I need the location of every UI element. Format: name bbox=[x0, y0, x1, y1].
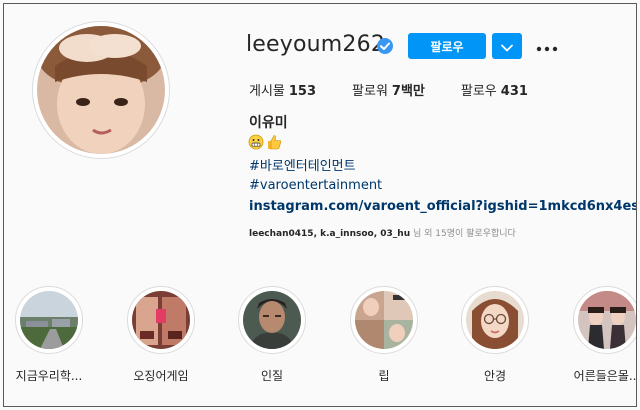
posts-count: 게시물 153 bbox=[249, 80, 316, 99]
highlight-cover-image bbox=[20, 291, 78, 349]
more-options-icon bbox=[536, 37, 558, 56]
grimace-emoji-icon bbox=[248, 134, 264, 154]
posts-label: 게시물 bbox=[249, 84, 285, 99]
followers-count[interactable]: 팔로워 7백만 bbox=[352, 80, 425, 99]
suggested-accounts-button[interactable] bbox=[492, 33, 522, 59]
bio-emojis bbox=[248, 134, 282, 154]
highlight-cover-ring bbox=[15, 286, 83, 354]
highlight-cover-image bbox=[466, 291, 524, 349]
highlight-label: 어른들은몰... bbox=[573, 369, 637, 383]
more-options-button[interactable] bbox=[534, 36, 560, 56]
profile-page: leeyoum262 팔로우 게시물 153 팔로워 7백만 팔로우 431 이… bbox=[3, 3, 637, 407]
bio-external-link[interactable]: instagram.com/varoent_official?igshid=1m… bbox=[249, 199, 636, 214]
followers-label: 팔로워 bbox=[352, 84, 388, 99]
highlight-item[interactable]: 어른들은몰... bbox=[557, 286, 637, 384]
followed-by-suffix: 님 외 15명이 팔로우합니다 bbox=[412, 229, 516, 239]
following-value: 431 bbox=[500, 84, 528, 99]
highlight-label: 립 bbox=[378, 369, 390, 383]
following-label: 팔로우 bbox=[460, 84, 497, 99]
story-highlights: 지금우리학... 오징어게임 인질 립 안경 어른들은몰... bbox=[4, 286, 637, 396]
highlight-label: 인질 bbox=[260, 369, 284, 383]
followers-value: 7백만 bbox=[391, 84, 425, 99]
highlight-cover-image bbox=[132, 291, 190, 349]
highlight-item[interactable]: 오징어게임 bbox=[111, 286, 211, 384]
highlight-item[interactable]: 안경 bbox=[445, 286, 545, 384]
follow-button[interactable]: 팔로우 bbox=[408, 33, 486, 59]
highlight-item[interactable]: 인질 bbox=[222, 286, 322, 384]
highlight-item[interactable]: 지금우리학... bbox=[4, 286, 99, 384]
bio-hashtag-english[interactable]: #varoentertainment bbox=[249, 178, 382, 193]
followed-by-names: leechan0415, k.a_innsoo, 03_hu bbox=[249, 229, 411, 239]
followed-by-text[interactable]: leechan0415, k.a_innsoo, 03_hu 님 외 15명이 … bbox=[249, 226, 516, 239]
highlight-label: 오징어게임 bbox=[133, 369, 189, 383]
profile-photo bbox=[37, 26, 165, 154]
highlight-cover-ring bbox=[127, 286, 195, 354]
highlight-label: 지금우리학... bbox=[15, 369, 83, 383]
highlight-cover-ring bbox=[461, 286, 529, 354]
highlight-cover-image bbox=[578, 291, 636, 349]
chevron-down-icon bbox=[501, 37, 513, 56]
highlight-label: 안경 bbox=[483, 369, 507, 383]
highlight-cover-ring bbox=[350, 286, 418, 354]
posts-value: 153 bbox=[288, 84, 317, 99]
profile-username: leeyoum262 bbox=[246, 32, 386, 57]
highlight-cover-image bbox=[243, 291, 301, 349]
following-count[interactable]: 팔로우 431 bbox=[461, 80, 528, 99]
highlight-cover-image bbox=[355, 291, 413, 349]
thumbs-up-emoji-icon bbox=[266, 134, 282, 154]
profile-full-name: 이유미 bbox=[249, 115, 288, 131]
verified-badge-icon bbox=[376, 37, 394, 55]
highlight-item[interactable]: 립 bbox=[334, 286, 434, 384]
profile-stats: 게시물 153 팔로워 7백만 팔로우 431 bbox=[249, 80, 564, 99]
bio-hashtag-korean[interactable]: #바로엔터테인먼트 bbox=[249, 155, 356, 174]
highlight-cover-ring bbox=[573, 286, 636, 354]
profile-avatar[interactable] bbox=[32, 21, 170, 159]
highlight-cover-ring bbox=[238, 286, 306, 354]
